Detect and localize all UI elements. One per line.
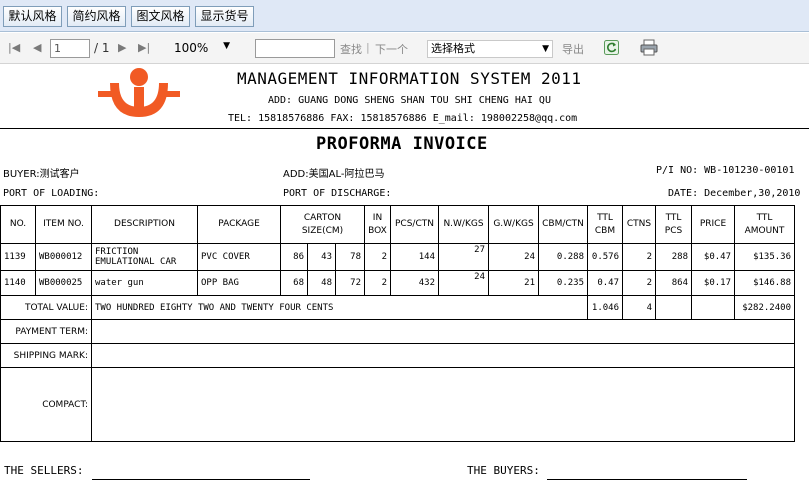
search-input[interactable] — [255, 39, 335, 58]
col-gw: G.W/KGS — [488, 205, 539, 244]
sellers-signature-line — [92, 479, 310, 480]
export-format-select[interactable]: 选择格式 ▼ — [427, 40, 553, 58]
total-value-words: TWO HUNDRED EIGHTY TWO AND TWENTY FOUR C… — [91, 295, 588, 320]
zoom-select[interactable]: 100% ▼ — [174, 41, 232, 57]
total-ctns: 4 — [622, 295, 656, 320]
shipping-mark-row: SHIPPING MARK: — [0, 343, 795, 368]
col-ctns: CTNS — [622, 205, 656, 244]
col-pcs-ctn: PCS/CTN — [390, 205, 439, 244]
col-no: NO. — [0, 205, 36, 244]
col-package: PACKAGE — [197, 205, 281, 244]
total-value-label: TOTAL VALUE: — [0, 295, 92, 320]
refresh-icon[interactable] — [604, 40, 619, 55]
payment-term-row: PAYMENT TERM: — [0, 319, 795, 344]
shipping-mark-label: SHIPPING MARK: — [0, 343, 92, 368]
total-cbm: 1.046 — [587, 295, 623, 320]
simple-style-button[interactable]: 简约风格 — [67, 6, 126, 27]
table-row: 1139 WB000012 FRICTION EMULATIONAL CAR P… — [0, 243, 795, 271]
compact-label: COMPACT: — [0, 367, 92, 442]
print-icon[interactable] — [640, 39, 658, 56]
invoice-date-field: DATE: December,30,2010 — [668, 188, 801, 199]
col-carton-size: CARTON SIZE(CM) — [280, 205, 365, 244]
sellers-label: THE SELLERS: — [4, 464, 84, 477]
default-style-button[interactable]: 默认风格 — [3, 6, 62, 27]
pi-number-field: P/I NO: WB-101230-00101 — [656, 165, 795, 176]
shipping-mark-value — [91, 343, 795, 368]
buyers-signature-line — [547, 479, 747, 480]
chevron-down-icon: ▼ — [223, 41, 230, 51]
total-amount: $282.2400 — [734, 295, 795, 320]
zoom-value: 100% — [174, 41, 209, 55]
col-ttl-cbm: TTL CBM — [587, 205, 623, 244]
buyers-label: THE BUYERS: — [467, 464, 540, 477]
compact-value — [91, 367, 795, 442]
find-next-link[interactable]: 下一个 — [375, 41, 408, 57]
report-viewer-toolbar: |◀ ◀ 1 / 1 ▶ ▶| 100% ▼ 查找 | 下一个 选择格式 ▼ 导… — [0, 33, 809, 64]
page-number-input[interactable]: 1 — [50, 39, 90, 58]
company-contact: TEL: 15818576886 FAX: 15818576886 E_mail… — [228, 113, 578, 124]
chevron-down-icon: ▼ — [542, 44, 549, 54]
export-link[interactable]: 导出 — [562, 41, 584, 57]
find-link[interactable]: 查找 — [340, 41, 362, 57]
company-address: ADD: GUANG DONG SHENG SHAN TOU SHI CHENG… — [268, 95, 551, 106]
invoice-title: PROFORMA INVOICE — [316, 134, 488, 154]
separator: | — [366, 41, 370, 54]
payment-term-label: PAYMENT TERM: — [0, 319, 92, 344]
style-toolbar: 默认风格 简约风格 图文风格 显示货号 — [0, 0, 809, 32]
compact-row: COMPACT: — [0, 367, 795, 442]
last-page-icon[interactable]: ▶| — [138, 41, 150, 55]
col-cbm-ctn: CBM/CTN — [538, 205, 588, 244]
col-amount: TTL AMOUNT — [734, 205, 795, 244]
show-item-no-button[interactable]: 显示货号 — [195, 6, 254, 27]
company-logo-icon — [98, 68, 180, 117]
payment-term-value — [91, 319, 795, 344]
company-name: MANAGEMENT INFORMATION SYSTEM 2011 — [237, 69, 582, 88]
table-row: 1140 WB000025 water gun OPP BAG 68 48 72… — [0, 270, 795, 296]
next-page-icon[interactable]: ▶ — [118, 41, 126, 55]
port-of-loading-field: PORT OF LOADING: — [3, 188, 100, 199]
col-price: PRICE — [691, 205, 735, 244]
col-ttl-pcs: TTL PCS — [655, 205, 692, 244]
invoice-document: MANAGEMENT INFORMATION SYSTEM 2011 ADD: … — [0, 65, 809, 496]
col-in-box: IN BOX — [364, 205, 391, 244]
page-total: / 1 — [94, 41, 110, 55]
header-divider — [0, 128, 809, 129]
buyer-address-field: ADD:美国AL-阿拉巴马 — [283, 169, 385, 180]
export-format-value: 选择格式 — [431, 42, 475, 55]
col-item-no: ITEM NO. — [35, 205, 92, 244]
col-description: DESCRIPTION — [91, 205, 198, 244]
total-row: TOTAL VALUE: TWO HUNDRED EIGHTY TWO AND … — [0, 295, 795, 320]
table-header-row: NO. ITEM NO. DESCRIPTION PACKAGE CARTON S… — [0, 205, 795, 244]
image-text-style-button[interactable]: 图文风格 — [131, 6, 190, 27]
port-of-discharge-field: PORT OF DISCHARGE: — [283, 188, 392, 199]
first-page-icon[interactable]: |◀ — [8, 41, 20, 55]
prev-page-icon[interactable]: ◀ — [33, 41, 41, 55]
col-nw: N.W/KGS — [438, 205, 489, 244]
invoice-table: NO. ITEM NO. DESCRIPTION PACKAGE CARTON S… — [0, 205, 795, 442]
buyer-field: BUYER:测试客户 — [3, 169, 80, 180]
